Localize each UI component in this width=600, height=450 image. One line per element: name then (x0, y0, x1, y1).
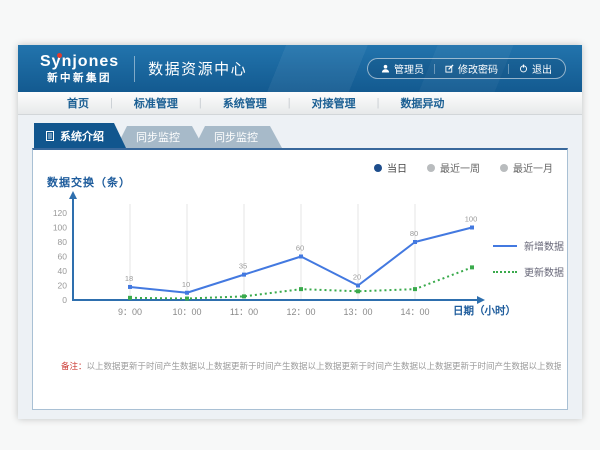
legend-new-data-label: 新增数据 (524, 238, 564, 253)
svg-text:12：00: 12：00 (286, 307, 315, 317)
radio-selected-icon (374, 164, 382, 172)
pill-divider (508, 64, 509, 74)
svg-text:10: 10 (182, 280, 190, 289)
tab-system-intro-label: 系统介绍 (60, 128, 104, 144)
radio-unselected-icon (427, 164, 435, 172)
svg-text:40: 40 (58, 266, 68, 276)
logout-button[interactable]: 退出 (519, 61, 552, 76)
company-logo: Synjones 新中新集团 (40, 54, 119, 84)
tab-sync-monitor-1-label: 同步监控 (136, 129, 180, 145)
range-option-last-month-label: 最近一月 (513, 160, 553, 175)
tab-system-intro[interactable]: 系统介绍 (34, 123, 126, 148)
legend-item-update-data: 更新数据 (493, 264, 564, 279)
user-menu-admin[interactable]: 管理员 (381, 61, 424, 76)
legend-update-data-label: 更新数据 (524, 264, 564, 279)
logo-red-dot-icon (57, 53, 62, 58)
change-password-label: 修改密码 (458, 61, 498, 76)
dotted-line-icon (493, 271, 517, 273)
range-option-last-week-label: 最近一周 (440, 160, 480, 175)
svg-text:20: 20 (353, 273, 361, 282)
svg-text:14：00: 14：00 (400, 307, 429, 317)
svg-text:10：00: 10：00 (172, 307, 201, 317)
svg-text:20: 20 (58, 281, 68, 291)
svg-text:120: 120 (53, 208, 67, 218)
footnote: 备注：以上数据更新于时间产生数据以上数据更新于时间产生数据以上数据更新于时间产生… (61, 360, 561, 372)
logout-label: 退出 (532, 61, 552, 76)
nav-item-standard-mgmt[interactable]: 标准管理 (113, 95, 199, 111)
tab-bar: 系统介绍 同步监控 同步监控 (34, 123, 282, 148)
svg-text:60: 60 (296, 244, 304, 253)
user-menu-admin-label: 管理员 (394, 61, 424, 76)
app-header: Synjones 新中新集团 数据资源中心 管理员 修改密码 退出 (18, 45, 582, 92)
footnote-prefix: 备注： (61, 361, 87, 371)
line-chart-svg: 0 20 40 60 80 100 120 9：00 10：00 11：00 12：00 13：00 1… (47, 190, 517, 340)
nav-item-interface-mgmt[interactable]: 对接管理 (291, 95, 377, 111)
pill-divider (434, 64, 435, 74)
footnote-text: 以上数据更新于时间产生数据以上数据更新于时间产生数据以上数据更新于时间产生数据以… (87, 361, 561, 371)
user-icon (381, 64, 390, 73)
logo-company-name: 新中新集团 (40, 73, 119, 84)
nav-item-home[interactable]: 首页 (46, 95, 110, 111)
tab-sync-monitor-2-label: 同步监控 (214, 129, 258, 145)
header-divider (134, 56, 135, 82)
change-password-button[interactable]: 修改密码 (445, 61, 498, 76)
time-range-selector: 当日 最近一周 最近一月 (374, 160, 553, 175)
x-axis-title: 日期（小时） (453, 303, 516, 318)
nav-item-data-change[interactable]: 数据异动 (379, 95, 465, 111)
legend-item-new-data: 新增数据 (493, 238, 564, 253)
solid-line-icon (493, 245, 517, 247)
svg-text:9：00: 9：00 (118, 307, 142, 317)
range-option-last-week[interactable]: 最近一周 (427, 160, 480, 175)
svg-text:13：00: 13：00 (343, 307, 372, 317)
logo-wordmark: Synjones (40, 54, 119, 70)
tab-sync-monitor-1[interactable]: 同步监控 (116, 126, 204, 148)
svg-text:35: 35 (239, 262, 247, 271)
chart-panel: 当日 最近一周 最近一月 数据交换（条） 0 20 40 60 80 100 120 9：00… (32, 148, 568, 410)
power-icon (519, 64, 528, 73)
document-icon (46, 131, 54, 141)
user-menu: 管理员 修改密码 退出 (367, 58, 566, 79)
main-nav: 首页 | 标准管理 | 系统管理 | 对接管理 | 数据异动 (18, 92, 582, 115)
edit-icon (445, 64, 454, 73)
app-window: Synjones 新中新集团 数据资源中心 管理员 修改密码 退出 首页 | (18, 45, 582, 419)
line-chart: 0 20 40 60 80 100 120 9：00 10：00 11：00 12：00 13：00 1… (47, 190, 517, 340)
svg-text:11：00: 11：00 (230, 307, 258, 317)
svg-text:0: 0 (62, 295, 67, 305)
svg-text:18: 18 (125, 274, 133, 283)
y-axis-title: 数据交换（条） (47, 174, 131, 190)
tab-sync-monitor-2[interactable]: 同步监控 (194, 126, 282, 148)
svg-text:60: 60 (58, 252, 68, 262)
chart-legend: 新增数据 更新数据 (493, 238, 564, 290)
svg-text:100: 100 (465, 215, 478, 224)
svg-text:80: 80 (410, 229, 418, 238)
page-title: 数据资源中心 (148, 58, 247, 79)
range-option-today-label: 当日 (387, 160, 407, 175)
radio-unselected-icon (500, 164, 508, 172)
svg-text:80: 80 (58, 237, 68, 247)
svg-text:100: 100 (53, 223, 67, 233)
nav-item-system-mgmt[interactable]: 系统管理 (202, 95, 288, 111)
range-option-today[interactable]: 当日 (374, 160, 407, 175)
range-option-last-month[interactable]: 最近一月 (500, 160, 553, 175)
